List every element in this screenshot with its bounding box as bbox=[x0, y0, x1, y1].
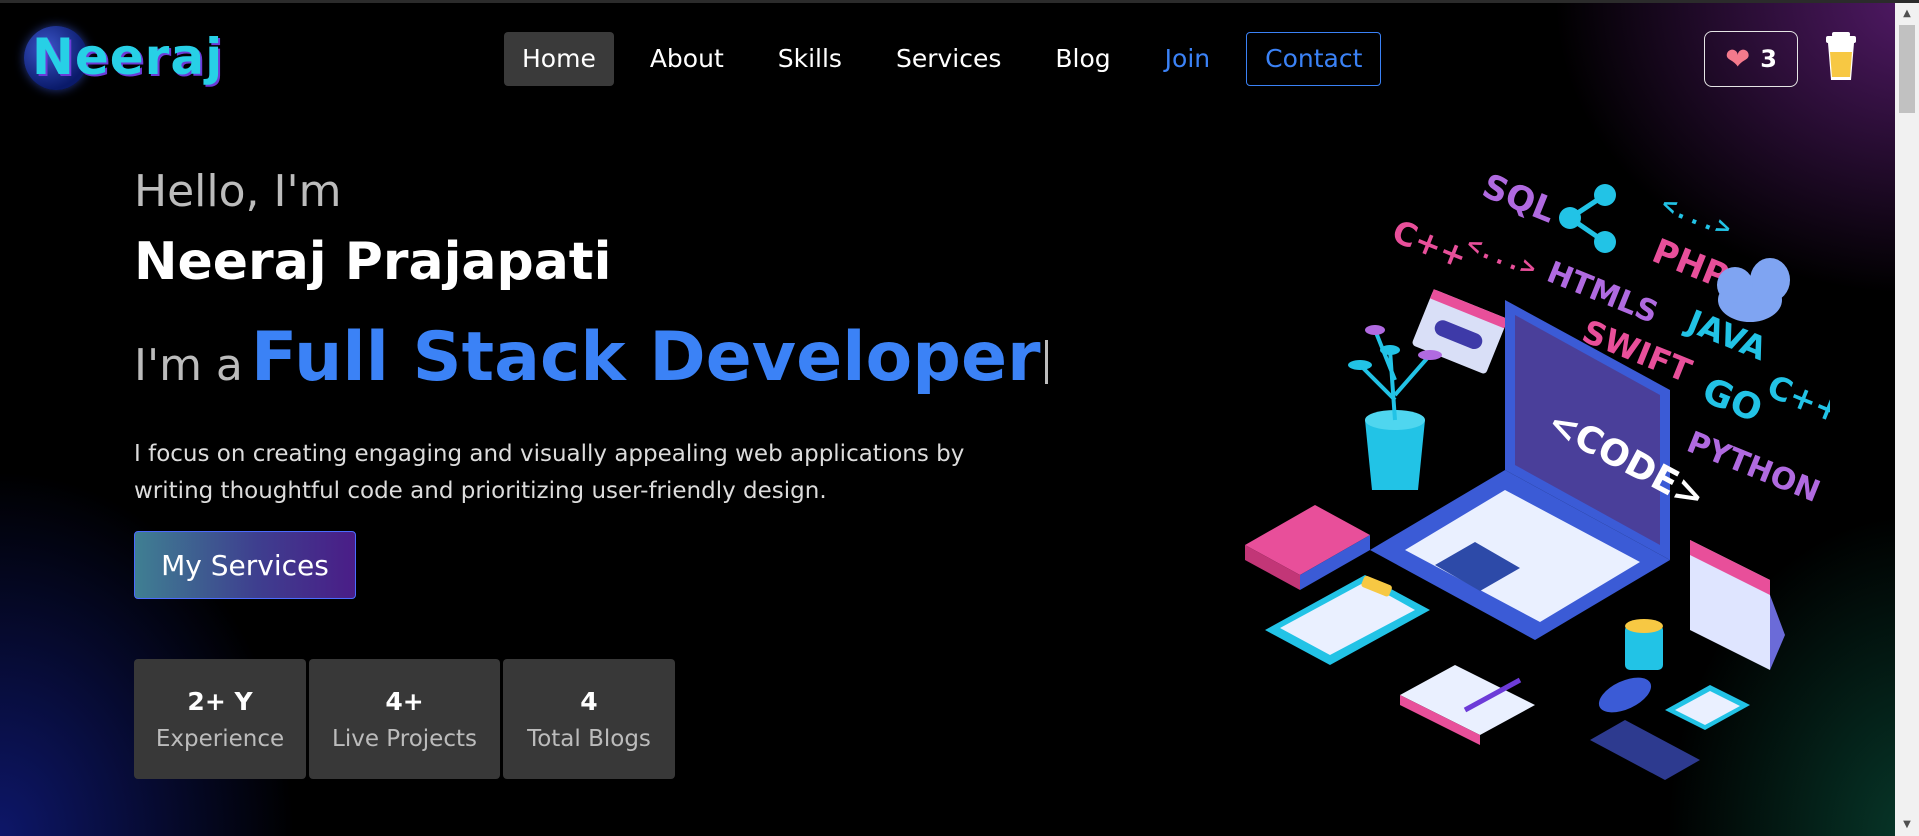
heart-icon: ❤ bbox=[1725, 41, 1751, 77]
tag-sql: SQL bbox=[1477, 166, 1562, 231]
description-line-2: writing thoughtful code and prioritizing… bbox=[134, 478, 827, 504]
top-border bbox=[0, 0, 1919, 3]
page-scrollbar[interactable]: ▲ ▼ bbox=[1895, 3, 1919, 836]
stat-value: 4+ bbox=[385, 686, 424, 716]
nav-blog[interactable]: Blog bbox=[1037, 32, 1128, 86]
hero-description: I focus on creating engaging and visuall… bbox=[134, 436, 1014, 510]
stat-label: Experience bbox=[155, 725, 285, 752]
description-line-1: I focus on creating engaging and visuall… bbox=[134, 441, 965, 467]
stat-card-blogs: 4 Total Blogs bbox=[503, 659, 675, 779]
site-logo[interactable]: Neeraj bbox=[24, 24, 222, 94]
nav-contact-button[interactable]: Contact bbox=[1246, 32, 1382, 86]
my-services-button[interactable]: My Services bbox=[134, 531, 356, 599]
logo-text: Neeraj bbox=[32, 28, 224, 86]
tag-cpp-right: C++ bbox=[1762, 367, 1830, 431]
stats-row: 2+ Y Experience 4+ Live Projects 4 Total… bbox=[134, 659, 675, 779]
nav-services[interactable]: Services bbox=[878, 32, 1019, 86]
tag-cpp-left: C++ bbox=[1387, 212, 1473, 276]
typing-cursor bbox=[1044, 340, 1048, 384]
stat-label: Total Blogs bbox=[527, 725, 651, 752]
mug-icon bbox=[1625, 619, 1663, 670]
role-prefix: I'm a bbox=[134, 340, 243, 391]
tag-go: GO bbox=[1697, 370, 1768, 431]
main-nav: Home About Skills Services Blog Join Con… bbox=[504, 32, 1382, 86]
scroll-up-arrow-icon[interactable]: ▲ bbox=[1895, 5, 1919, 23]
stat-card-projects: 4+ Live Projects bbox=[309, 659, 500, 779]
calendar-icon bbox=[1690, 540, 1785, 670]
likes-button[interactable]: ❤ 3 bbox=[1704, 31, 1798, 87]
code-arrows-icon: <...> bbox=[1463, 230, 1540, 283]
stat-card-experience: 2+ Y Experience bbox=[134, 659, 306, 779]
nav-join[interactable]: Join bbox=[1147, 32, 1228, 86]
developer-illustration: SQL PHP C++ HTMLS SWIFT JAVA GO C++ PYTH… bbox=[1230, 150, 1848, 790]
role-title: Full Stack Developer bbox=[250, 318, 1041, 397]
clipboard-icon bbox=[1265, 575, 1430, 665]
scroll-down-arrow-icon[interactable]: ▼ bbox=[1895, 816, 1919, 834]
likes-count: 3 bbox=[1760, 45, 1777, 73]
stat-label: Live Projects bbox=[332, 725, 477, 752]
scroll-thumb[interactable] bbox=[1899, 25, 1915, 113]
share-icon bbox=[1559, 184, 1616, 253]
mouse-icon bbox=[1598, 677, 1652, 713]
coffee-cup-icon[interactable] bbox=[1824, 30, 1858, 84]
notebook-icon bbox=[1400, 665, 1535, 745]
nav-about[interactable]: About bbox=[632, 32, 742, 86]
stat-value: 2+ Y bbox=[187, 686, 253, 716]
hero-greeting: Hello, I'm bbox=[134, 166, 342, 217]
stat-value: 4 bbox=[580, 686, 598, 716]
hero-name: Neeraj Prajapati bbox=[134, 232, 612, 292]
nav-skills[interactable]: Skills bbox=[760, 32, 860, 86]
hero-role: I'm a Full Stack Developer bbox=[134, 318, 1048, 397]
nav-home[interactable]: Home bbox=[504, 32, 614, 86]
calculator-icon bbox=[1665, 685, 1750, 730]
books-icon bbox=[1245, 505, 1370, 590]
phone-icon bbox=[1590, 720, 1700, 780]
isometric-workspace-illustration: SQL PHP C++ HTMLS SWIFT JAVA GO C++ PYTH… bbox=[1245, 166, 1848, 780]
